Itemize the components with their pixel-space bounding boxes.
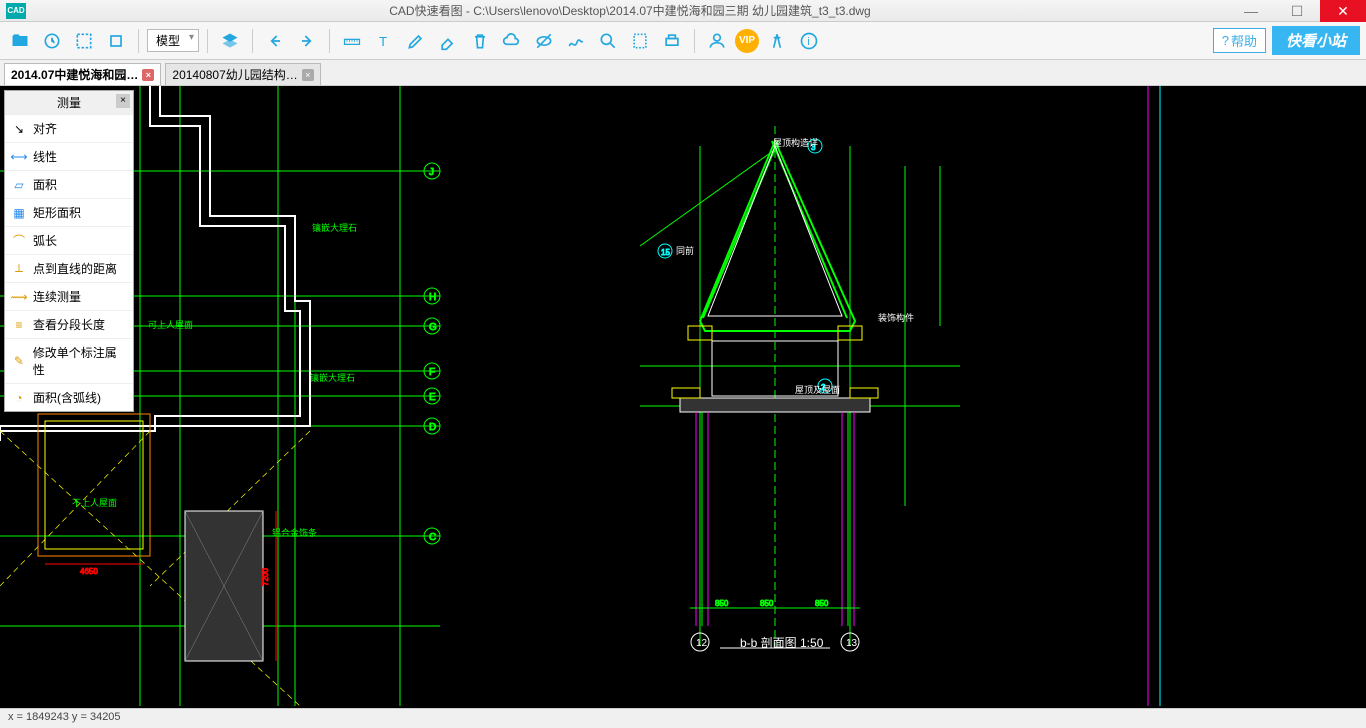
- window-controls: — ☐ ✕: [1228, 0, 1366, 22]
- svg-text:i: i: [807, 36, 809, 48]
- document-tabbar: 2014.07中建悦海和园… × 20140807幼儿园结构… ×: [0, 60, 1366, 86]
- svg-text:13: 13: [846, 638, 858, 649]
- annotation: 同前: [676, 244, 694, 257]
- measure-panel: 测量 × ↘对齐 ⟷线性 ▱面积 ▦矩形面积 ⌒弧长 ⟂点到直线的距离 ⟿连续测…: [4, 90, 134, 412]
- cad-drawing: J H G F E D C: [0, 86, 1366, 706]
- tab-close-icon[interactable]: ×: [142, 69, 154, 81]
- measure-item-area-arc[interactable]: ◔面积(含弧线): [5, 383, 133, 411]
- eraser-button[interactable]: [434, 27, 462, 55]
- svg-text:C: C: [429, 532, 436, 543]
- compass-button[interactable]: [763, 27, 791, 55]
- annotation: 镶嵌大理石: [310, 371, 355, 384]
- tab-close-icon[interactable]: ×: [302, 69, 314, 81]
- measure-item-modify-dim[interactable]: ✎修改单个标注属性: [5, 338, 133, 383]
- info-button[interactable]: i: [795, 27, 823, 55]
- annotation: 铝合金饰条: [272, 526, 317, 539]
- pencil-button[interactable]: [402, 27, 430, 55]
- find-button[interactable]: [594, 27, 622, 55]
- undo-button[interactable]: [261, 27, 289, 55]
- svg-text:850: 850: [760, 599, 774, 608]
- svg-text:J: J: [429, 167, 434, 178]
- svg-text:15: 15: [661, 248, 670, 257]
- layers-button[interactable]: [216, 27, 244, 55]
- measure-item-segment[interactable]: ≡查看分段长度: [5, 310, 133, 338]
- toolbar: 模型 T VIP i ? 帮助 快看小站: [0, 22, 1366, 60]
- annotation: 屋顶及屋面: [795, 383, 840, 396]
- svg-text:H: H: [429, 292, 436, 303]
- redo-button[interactable]: [293, 27, 321, 55]
- svg-text:T: T: [379, 34, 387, 49]
- user-button[interactable]: [703, 27, 731, 55]
- svg-text:E: E: [429, 392, 436, 403]
- modify-dim-icon: ✎: [11, 353, 27, 369]
- svg-text:7200: 7200: [261, 568, 270, 586]
- measure-item-point-line[interactable]: ⟂点到直线的距离: [5, 254, 133, 282]
- drawing-canvas[interactable]: J H G F E D C: [0, 86, 1366, 708]
- vip-badge[interactable]: VIP: [735, 29, 759, 53]
- align-icon: ↘: [11, 121, 27, 137]
- cloud-button[interactable]: [498, 27, 526, 55]
- tab-label: 2014.07中建悦海和园…: [11, 66, 138, 83]
- text-button[interactable]: T: [370, 27, 398, 55]
- measure-item-area[interactable]: ▱面积: [5, 170, 133, 198]
- svg-text:G: G: [429, 322, 437, 333]
- minimize-button[interactable]: —: [1228, 0, 1274, 22]
- arc-icon: ⌒: [11, 233, 27, 249]
- delete-button[interactable]: [466, 27, 494, 55]
- svg-text:F: F: [429, 367, 435, 378]
- linear-icon: ⟷: [11, 149, 27, 165]
- maximize-button[interactable]: ☐: [1274, 0, 1320, 22]
- continuous-icon: ⟿: [11, 289, 27, 305]
- coords-readout: x = 1849243 y = 34205: [8, 711, 121, 723]
- measure-button[interactable]: [338, 27, 366, 55]
- print-button[interactable]: [658, 27, 686, 55]
- tab-inactive[interactable]: 20140807幼儿园结构… ×: [165, 63, 320, 85]
- open-file-button[interactable]: [6, 27, 34, 55]
- annotation: 镶嵌大理石: [312, 221, 357, 234]
- hide-button[interactable]: [530, 27, 558, 55]
- annotation: 不上人屋面: [72, 496, 117, 509]
- titlebar: CAD CAD快速看图 - C:\Users\lenovo\Desktop\20…: [0, 0, 1366, 22]
- rect-area-icon: ▦: [11, 205, 27, 221]
- zoom-extents-button[interactable]: [70, 27, 98, 55]
- svg-text:12: 12: [696, 638, 708, 649]
- app-icon: CAD: [6, 3, 26, 19]
- measure-panel-title: 测量 ×: [5, 91, 133, 114]
- section-title: b-b 剖面图 1:50: [740, 634, 823, 651]
- annotation: 屋顶构造详: [773, 136, 818, 149]
- measure-item-linear[interactable]: ⟷线性: [5, 142, 133, 170]
- export-button[interactable]: [626, 27, 654, 55]
- svg-text:4650: 4650: [80, 567, 98, 576]
- tab-active[interactable]: 2014.07中建悦海和园… ×: [4, 63, 161, 85]
- annotation: 装饰构件: [878, 311, 914, 324]
- help-icon: ?: [1222, 33, 1229, 48]
- point-line-icon: ⟂: [11, 261, 27, 277]
- measure-item-rect-area[interactable]: ▦矩形面积: [5, 198, 133, 226]
- segment-icon: ≡: [11, 317, 27, 333]
- area-icon: ▱: [11, 177, 27, 193]
- help-button[interactable]: ? 帮助: [1213, 28, 1266, 53]
- recent-button[interactable]: [38, 27, 66, 55]
- statusbar: x = 1849243 y = 34205: [0, 708, 1366, 728]
- tab-label: 20140807幼儿园结构…: [172, 66, 297, 83]
- measure-item-arc[interactable]: ⌒弧长: [5, 226, 133, 254]
- measure-item-align[interactable]: ↘对齐: [5, 114, 133, 142]
- help-label: 帮助: [1231, 31, 1257, 50]
- main-area: 测量 × ↘对齐 ⟷线性 ▱面积 ▦矩形面积 ⌒弧长 ⟂点到直线的距离 ⟿连续测…: [0, 86, 1366, 708]
- measure-panel-close[interactable]: ×: [116, 94, 130, 108]
- svg-text:850: 850: [815, 599, 829, 608]
- sign-button[interactable]: [562, 27, 590, 55]
- measure-item-continuous[interactable]: ⟿连续测量: [5, 282, 133, 310]
- annotation: 可上人屋面: [148, 318, 193, 331]
- svg-text:D: D: [429, 422, 436, 433]
- quick-station-button[interactable]: 快看小站: [1272, 26, 1360, 55]
- model-space-selector[interactable]: 模型: [147, 29, 199, 52]
- svg-text:850: 850: [715, 599, 729, 608]
- close-button[interactable]: ✕: [1320, 0, 1366, 22]
- area-arc-icon: ◔: [11, 390, 27, 406]
- window-title: CAD快速看图 - C:\Users\lenovo\Desktop\2014.0…: [32, 2, 1228, 19]
- pan-button[interactable]: [102, 27, 130, 55]
